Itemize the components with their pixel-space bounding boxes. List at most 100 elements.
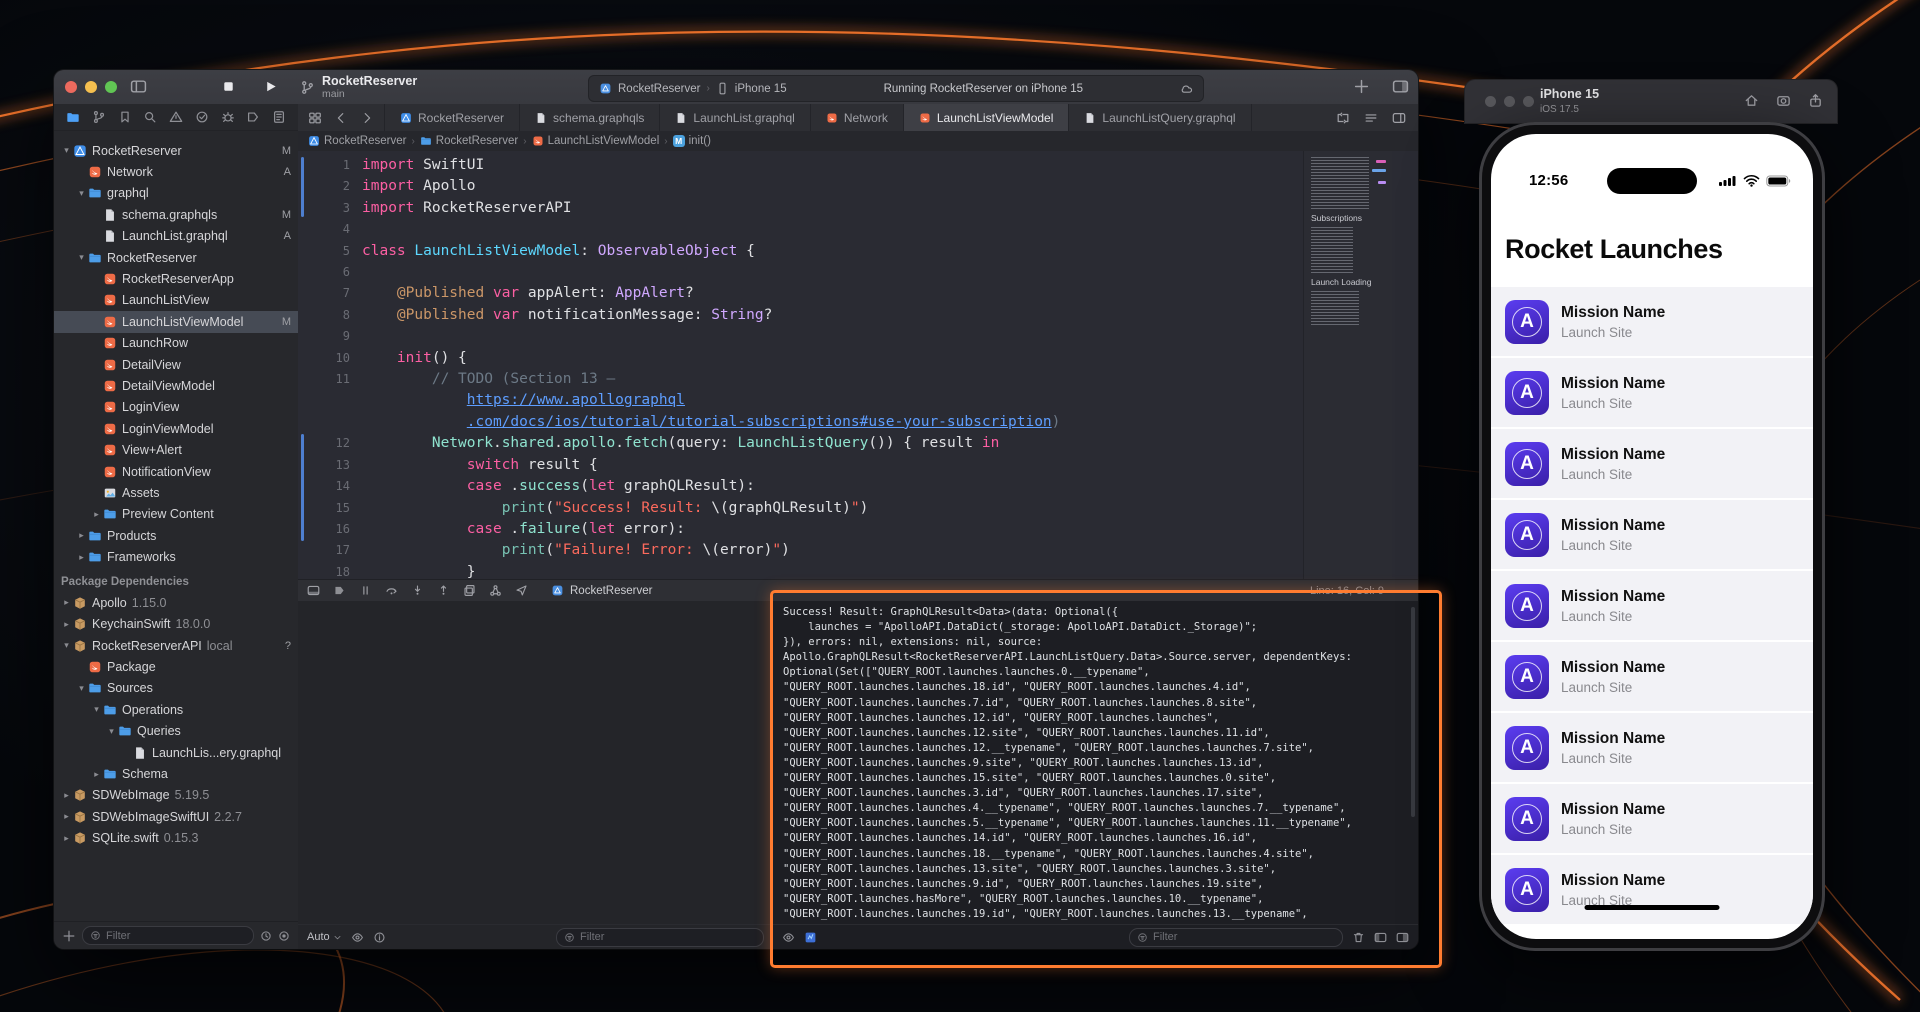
navigator-filter[interactable] bbox=[82, 926, 254, 945]
console-scrollbar[interactable] bbox=[1411, 607, 1415, 817]
screenshot-icon[interactable] bbox=[1776, 93, 1791, 108]
scm-filter-icon[interactable] bbox=[278, 930, 290, 942]
add-editor-icon[interactable] bbox=[1353, 78, 1370, 95]
simulate-location-icon[interactable] bbox=[515, 584, 528, 597]
activity-status-bar[interactable]: RocketReserver › iPhone 15 Running Rocke… bbox=[588, 75, 1204, 102]
disclosure-closed-icon[interactable]: ▸ bbox=[90, 509, 103, 520]
launch-list-item[interactable]: AMission NameLaunch Site bbox=[1491, 500, 1813, 569]
disclosure-open-icon[interactable]: ▾ bbox=[75, 252, 88, 263]
navigator-item-rocketreserver[interactable]: ▾RocketReserverM bbox=[54, 140, 298, 161]
run-button[interactable] bbox=[263, 79, 278, 94]
tab-launchlistquery-graphql[interactable]: LaunchListQuery.graphql bbox=[1069, 104, 1251, 131]
navigator-item-loginviewmodel[interactable]: LoginViewModel bbox=[54, 418, 298, 439]
navigator-item-assets[interactable]: Assets bbox=[54, 482, 298, 503]
navigator-item-sdwebimage[interactable]: ▸SDWebImage5.19.5 bbox=[54, 785, 298, 806]
source-control-icon[interactable] bbox=[92, 110, 106, 124]
console-filter-input[interactable] bbox=[1153, 931, 1335, 943]
hide-debug-icon[interactable] bbox=[307, 584, 320, 597]
zoom-button[interactable] bbox=[1523, 96, 1534, 107]
navigator-item-detailview[interactable]: DetailView bbox=[54, 354, 298, 375]
disclosure-closed-icon[interactable]: ▸ bbox=[60, 597, 73, 608]
info-icon[interactable] bbox=[373, 931, 386, 944]
toggle-variables-icon[interactable] bbox=[1374, 931, 1387, 944]
toggle-console-icon[interactable] bbox=[1396, 931, 1409, 944]
home-indicator[interactable] bbox=[1585, 905, 1720, 910]
breadcrumb-item[interactable]: RocketReserver bbox=[308, 135, 406, 147]
tab-rocketreserver[interactable]: RocketReserver bbox=[384, 104, 520, 131]
variables-filter-input[interactable] bbox=[580, 931, 756, 943]
debug-icon[interactable] bbox=[221, 110, 235, 124]
navigator-item-sources[interactable]: ▾Sources bbox=[54, 678, 298, 699]
stop-button[interactable] bbox=[221, 79, 236, 94]
navigator-item-preview-content[interactable]: ▸Preview Content bbox=[54, 504, 298, 525]
step-into-icon[interactable] bbox=[411, 584, 424, 597]
navigator-item-apollo[interactable]: ▸Apollo1.15.0 bbox=[54, 592, 298, 613]
navigator-item-detailviewmodel[interactable]: DetailViewModel bbox=[54, 375, 298, 396]
search-icon[interactable] bbox=[143, 110, 157, 124]
launch-list-item[interactable]: AMission NameLaunch Site bbox=[1491, 571, 1813, 640]
sidebar-toggle-icon[interactable] bbox=[130, 78, 147, 95]
console-filter[interactable] bbox=[1129, 928, 1343, 947]
navigator-item-keychainswift[interactable]: ▸KeychainSwift18.0.0 bbox=[54, 614, 298, 635]
nav-forward-icon[interactable] bbox=[360, 111, 374, 125]
tab-schema-graphqls[interactable]: schema.graphqls bbox=[520, 104, 660, 131]
navigator-section-header[interactable]: Package Dependencies bbox=[54, 571, 298, 592]
navigator-item-view-alert[interactable]: View+Alert bbox=[54, 439, 298, 460]
disclosure-open-icon[interactable]: ▾ bbox=[75, 683, 88, 694]
breadcrumb-item[interactable]: Minit() bbox=[673, 135, 711, 147]
disclosure-open-icon[interactable]: ▾ bbox=[60, 640, 73, 651]
minimap[interactable]: Subscriptions Launch Loading bbox=[1303, 151, 1392, 579]
disclosure-closed-icon[interactable]: ▸ bbox=[90, 769, 103, 780]
split-editor-icon[interactable] bbox=[1392, 78, 1409, 95]
navigator-item-schema[interactable]: ▸Schema bbox=[54, 763, 298, 784]
inspector-toggle-icon[interactable] bbox=[1392, 111, 1406, 125]
disclosure-closed-icon[interactable]: ▸ bbox=[60, 833, 73, 844]
quicklook-icon[interactable] bbox=[351, 931, 364, 944]
issues-icon[interactable] bbox=[169, 110, 183, 124]
nav-back-icon[interactable] bbox=[334, 111, 348, 125]
breadcrumb-item[interactable]: RocketReserver bbox=[420, 135, 518, 147]
navigator-item-sdwebimageswiftui[interactable]: ▸SDWebImageSwiftUI2.2.7 bbox=[54, 806, 298, 827]
navigator-item-launchlistviewmodel[interactable]: LaunchListViewModelM bbox=[54, 311, 298, 332]
minimize-button[interactable] bbox=[85, 81, 97, 93]
navigator-item-loginview[interactable]: LoginView bbox=[54, 397, 298, 418]
navigator-item-launchlistview[interactable]: LaunchListView bbox=[54, 290, 298, 311]
disclosure-closed-icon[interactable]: ▸ bbox=[75, 530, 88, 541]
navigator-item-operations[interactable]: ▾Operations bbox=[54, 699, 298, 720]
tests-icon[interactable] bbox=[195, 110, 209, 124]
trash-icon[interactable] bbox=[1352, 931, 1365, 944]
code-review-icon[interactable] bbox=[1336, 111, 1350, 125]
reports-icon[interactable] bbox=[272, 110, 286, 124]
disclosure-open-icon[interactable]: ▾ bbox=[90, 704, 103, 715]
iphone-screen[interactable]: 12:56 Rocket Launches AMission NameLaunc… bbox=[1491, 134, 1813, 939]
navigator-item-rocketreserverapi[interactable]: ▾RocketReserverAPIlocal? bbox=[54, 635, 298, 656]
navigator-item-queries[interactable]: ▾Queries bbox=[54, 721, 298, 742]
disclosure-closed-icon[interactable]: ▸ bbox=[60, 619, 73, 630]
launch-list-item[interactable]: AMission NameLaunch Site bbox=[1491, 358, 1813, 427]
tab-overview-icon[interactable] bbox=[308, 111, 322, 125]
metadata-eye-icon[interactable] bbox=[782, 931, 795, 944]
navigator-item-rocketreserverapp[interactable]: RocketReserverApp bbox=[54, 268, 298, 289]
navigator-item-launchrow[interactable]: LaunchRow bbox=[54, 333, 298, 354]
navigator-item-rocketreserver[interactable]: ▾RocketReserver bbox=[54, 247, 298, 268]
breakpoint-toggle-icon[interactable] bbox=[333, 584, 346, 597]
step-over-icon[interactable] bbox=[385, 584, 398, 597]
disclosure-open-icon[interactable]: ▾ bbox=[105, 726, 118, 737]
close-button[interactable] bbox=[65, 81, 77, 93]
navigator-item-network[interactable]: NetworkA bbox=[54, 161, 298, 182]
navigator-filter-input[interactable] bbox=[106, 930, 246, 942]
launch-list-item[interactable]: AMission NameLaunch Site bbox=[1491, 713, 1813, 782]
launch-list-item[interactable]: AMission NameLaunch Site bbox=[1491, 784, 1813, 853]
editor-options-icon[interactable] bbox=[1364, 111, 1378, 125]
disclosure-open-icon[interactable]: ▾ bbox=[60, 145, 73, 156]
breadcrumb-item[interactable]: LaunchListViewModel bbox=[532, 135, 660, 147]
navigator-item-package[interactable]: Package bbox=[54, 656, 298, 677]
variables-scope-dropdown[interactable]: Auto bbox=[307, 931, 342, 943]
console-pane[interactable]: Success! Result: GraphQLResult<Data>(dat… bbox=[773, 601, 1418, 949]
pause-icon[interactable] bbox=[359, 584, 372, 597]
add-file-icon[interactable] bbox=[62, 929, 76, 943]
zoom-button[interactable] bbox=[105, 81, 117, 93]
navigator-item-launchlist-graphql[interactable]: LaunchList.graphqlA bbox=[54, 226, 298, 247]
close-button[interactable] bbox=[1485, 96, 1496, 107]
minimize-button[interactable] bbox=[1504, 96, 1515, 107]
